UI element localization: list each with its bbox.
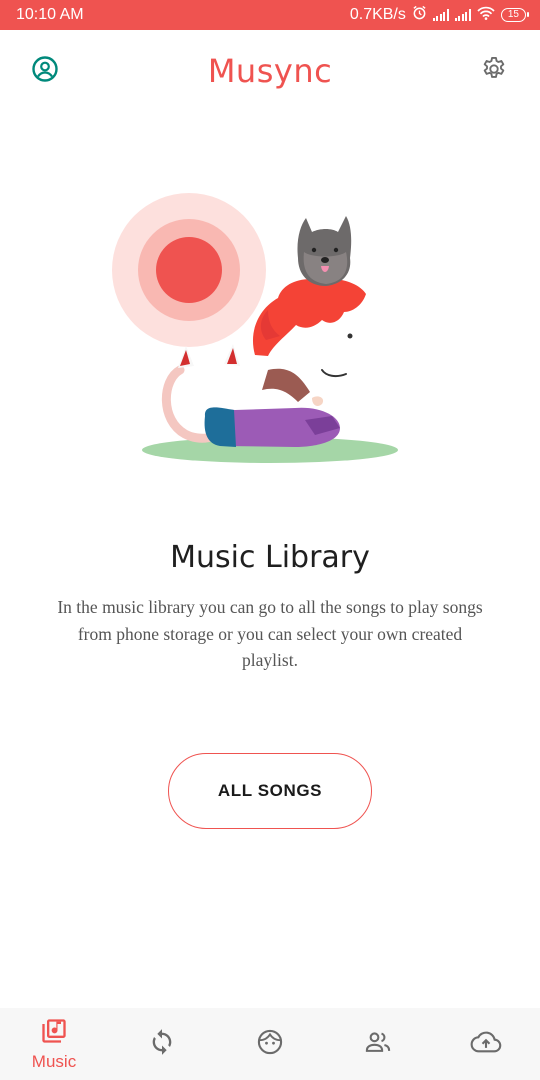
music-library-icon bbox=[40, 1017, 68, 1050]
dog-graphic bbox=[297, 216, 352, 286]
people-icon bbox=[364, 1028, 392, 1061]
sync-icon bbox=[148, 1028, 176, 1061]
network-speed: 0.7KB/s bbox=[349, 6, 406, 23]
status-bar: 10:10 AM 0.7KB/s 15 bbox=[0, 0, 540, 30]
all-songs-button[interactable]: ALL SONGS bbox=[168, 753, 372, 829]
bottom-navigation: Music bbox=[0, 1008, 540, 1080]
music-library-illustration bbox=[100, 180, 420, 480]
face-icon bbox=[256, 1028, 284, 1061]
record-circles-graphic bbox=[112, 193, 266, 347]
section-description: In the music library you can go to all t… bbox=[57, 597, 483, 670]
signal-icon bbox=[454, 9, 471, 21]
battery-level: 15 bbox=[507, 9, 519, 20]
alarm-icon bbox=[412, 5, 427, 25]
nav-label-music: Music bbox=[31, 1051, 77, 1071]
battery-icon: 15 bbox=[500, 8, 530, 22]
section-title: Music Library bbox=[170, 540, 370, 575]
nav-item-people[interactable] bbox=[324, 1008, 432, 1080]
app-bar: Musync bbox=[0, 30, 540, 112]
status-icons: 0.7KB/s 15 bbox=[349, 5, 530, 25]
nav-item-sync[interactable] bbox=[108, 1008, 216, 1080]
status-time: 10:10 AM bbox=[16, 6, 84, 23]
app-title: Musync bbox=[207, 52, 333, 90]
wifi-icon bbox=[477, 6, 495, 25]
nav-item-face[interactable] bbox=[216, 1008, 324, 1080]
settings-button[interactable] bbox=[479, 56, 509, 86]
signal-icon bbox=[432, 9, 449, 21]
gear-icon bbox=[480, 55, 508, 88]
cloud-upload-icon bbox=[470, 1028, 502, 1061]
nav-item-music[interactable]: Music bbox=[0, 1008, 108, 1080]
nav-item-cloud-upload[interactable] bbox=[432, 1008, 540, 1080]
